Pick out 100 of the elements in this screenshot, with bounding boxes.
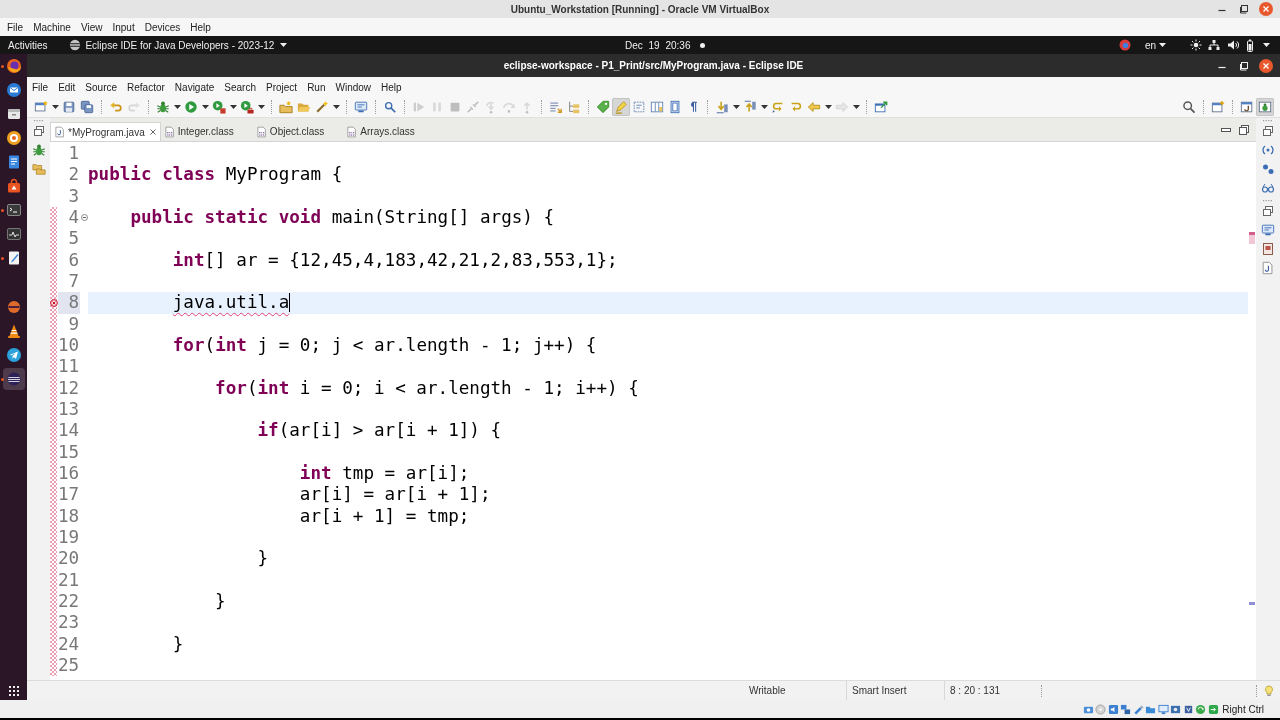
j-file-icon[interactable]	[1261, 261, 1275, 275]
close-icon[interactable]	[1259, 58, 1273, 73]
pulse-icon[interactable]	[5, 226, 22, 242]
menu-item[interactable]: Source	[80, 81, 123, 93]
menu-item[interactable]: Navigate	[169, 81, 220, 93]
menu-item[interactable]: View	[75, 21, 108, 33]
editor-tab[interactable]: *MyProgram.java	[50, 122, 161, 141]
window-title: eclipse-workspace - P1_Print/src/MyProgram.java - Eclipse IDE	[503, 60, 804, 71]
dots-icon[interactable]	[1261, 162, 1275, 176]
save-all-icon[interactable]	[78, 98, 96, 116]
editor-tab[interactable]: Object.class	[252, 122, 344, 141]
menu-item[interactable]: Window	[330, 81, 377, 93]
bug-window-icon[interactable]	[1256, 98, 1274, 116]
record-icon[interactable]	[1170, 703, 1182, 715]
line-number: 11	[58, 356, 80, 378]
glasses-icon[interactable]	[1261, 181, 1275, 195]
terminal-icon[interactable]	[5, 202, 22, 218]
play-square-icon[interactable]	[210, 98, 228, 116]
input-source-label[interactable]: en	[1144, 39, 1156, 51]
editor-tab[interactable]: Integer.class	[160, 122, 253, 141]
menu-item[interactable]: Machine	[28, 21, 76, 33]
caret-icon[interactable]	[257, 105, 265, 109]
occurrence-marker[interactable]	[1249, 602, 1255, 605]
indicator-icon[interactable]	[1118, 39, 1131, 51]
paper-plane-icon[interactable]	[5, 347, 22, 363]
menu-item[interactable]: Refactor	[122, 81, 170, 93]
menu-item[interactable]: Edit	[53, 81, 81, 93]
network-icon[interactable]	[1208, 39, 1220, 51]
bag-icon[interactable]	[5, 178, 22, 194]
folder-star-icon[interactable]	[277, 98, 295, 116]
menu-item[interactable]: Input	[107, 21, 140, 33]
app-menu-label[interactable]: Eclipse IDE for Java Developers - 2023-12	[85, 39, 275, 51]
tag-icon[interactable]	[594, 98, 612, 116]
screen-icon[interactable]	[1261, 223, 1275, 237]
menu-item[interactable]: Devices	[139, 21, 186, 33]
caret-icon[interactable]	[1263, 43, 1270, 47]
mail-icon[interactable]	[5, 82, 22, 98]
ring-icon[interactable]	[5, 130, 22, 146]
menu-item[interactable]: Project	[261, 81, 303, 93]
menu-item[interactable]: File	[2, 21, 29, 33]
caret-icon[interactable]	[173, 105, 181, 109]
clock-label[interactable]: Dec 19 20:36	[625, 39, 691, 51]
display-icon[interactable]	[1157, 703, 1169, 715]
line-number: 15	[58, 441, 80, 463]
restore-icon[interactable]	[1261, 124, 1275, 138]
chip-icon[interactable]	[1182, 703, 1194, 715]
menu-item[interactable]: File	[27, 81, 54, 93]
line-number: 16	[58, 462, 80, 485]
binary-file-icon	[163, 125, 176, 138]
apps-grid-icon[interactable]	[8, 686, 19, 696]
line-number: 9	[67, 313, 80, 335]
striped-circle-icon[interactable]	[5, 299, 22, 315]
battery-icon[interactable]	[1246, 38, 1254, 52]
line-number: 10	[58, 334, 80, 357]
circle-arrows-icon[interactable]	[1195, 703, 1207, 715]
caret-icon[interactable]	[280, 43, 288, 47]
search-icon[interactable]	[1180, 98, 1198, 116]
caret-icon[interactable]	[760, 105, 768, 109]
caret-icon[interactable]	[51, 105, 59, 109]
brackets-icon[interactable]	[1261, 143, 1275, 157]
line-number: 6	[67, 249, 80, 271]
code-line: java.util.a	[172, 292, 290, 314]
browser-icon[interactable]	[5, 58, 22, 74]
caret-icon[interactable]	[824, 105, 832, 109]
arrow-box-icon[interactable]	[1207, 703, 1219, 715]
striped-circle-icon[interactable]	[69, 39, 82, 51]
bug-icon[interactable]	[31, 143, 46, 157]
sun-icon[interactable]	[1190, 39, 1202, 51]
menu-item[interactable]: Run	[302, 81, 331, 93]
activities-button[interactable]: Activities	[0, 39, 48, 51]
line-number: 3	[67, 185, 80, 207]
usb-icon[interactable]	[1132, 703, 1144, 715]
line-number: 7	[67, 270, 80, 293]
traffic-cone-icon[interactable]	[5, 323, 22, 339]
folders-icon[interactable]	[31, 162, 46, 176]
caret-icon[interactable]	[332, 105, 340, 109]
line-number: 14	[58, 420, 80, 442]
code-line: }	[172, 633, 184, 655]
code-line: for(int i = 0; i < ar.length - 1; i++) {	[215, 377, 639, 399]
box-icon[interactable]	[5, 106, 22, 122]
maximize-icon[interactable]	[1238, 123, 1250, 136]
code-line: ar[i + 1] = tmp;	[299, 505, 470, 527]
menu-item[interactable]: Help	[185, 21, 216, 33]
restore-icon[interactable]	[31, 124, 46, 138]
caret-icon[interactable]	[1159, 43, 1166, 47]
host-key-label: Right Ctrl	[1222, 703, 1264, 715]
speaker-icon[interactable]	[1227, 39, 1239, 51]
caret-icon[interactable]	[201, 105, 209, 109]
line-number: 1	[67, 143, 80, 165]
caret-icon[interactable]	[229, 105, 237, 109]
menu-item[interactable]: Help	[376, 81, 407, 93]
editor-tab[interactable]: Arrays.class	[343, 122, 434, 141]
menu-item[interactable]: Search	[219, 81, 261, 93]
error-marker[interactable]	[1249, 231, 1255, 244]
restore-icon[interactable]	[1261, 204, 1275, 218]
restore-icon[interactable]	[1237, 2, 1251, 16]
picture-icon[interactable]	[1261, 242, 1275, 256]
caret-icon[interactable]	[732, 105, 740, 109]
play-toolbox-icon[interactable]	[238, 98, 256, 116]
collapse-icon[interactable]	[80, 214, 88, 222]
